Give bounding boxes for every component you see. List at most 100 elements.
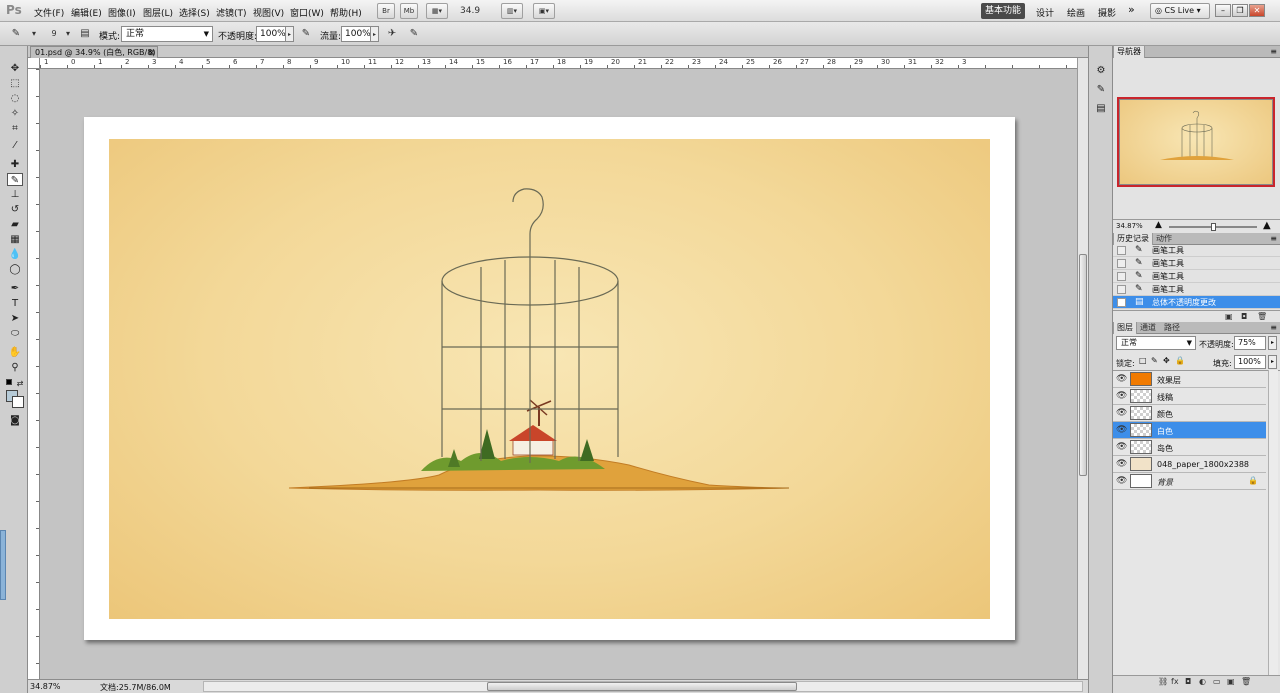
eyedropper-tool-icon[interactable]: ⁄ <box>7 139 23 152</box>
tool-presets-icon[interactable]: ⚙ <box>1094 64 1108 78</box>
bridge-button[interactable]: Br <box>377 3 395 19</box>
vertical-ruler[interactable] <box>28 69 40 679</box>
layer-row[interactable]: 👁 背景 🔒 <box>1113 473 1266 490</box>
document-canvas[interactable] <box>84 117 1015 640</box>
brush-panel-icon[interactable]: ▤ <box>77 26 93 42</box>
tab-paths[interactable]: 路径 <box>1161 322 1183 334</box>
screen-mode-button[interactable]: ▣▾ <box>533 3 555 19</box>
panel-menu-icon[interactable]: ≡ <box>1270 234 1277 243</box>
tool-preset-arrow[interactable]: ▾ <box>26 26 42 42</box>
trash-icon[interactable]: 🗑 <box>1241 677 1251 686</box>
document-tab[interactable]: 01.psd @ 34.9% (白色, RGB/8) ⊠ <box>30 46 158 58</box>
layer-style-icon[interactable]: fx <box>1171 677 1179 686</box>
workspace-more[interactable]: » <box>1128 3 1135 16</box>
brush-tool-icon[interactable]: ✎ <box>8 26 24 42</box>
status-doc-info[interactable]: 文档:25.7M/86.0M <box>100 682 171 693</box>
menu-edit[interactable]: 编辑(E) <box>71 6 102 19</box>
history-item[interactable]: ✎ 画笔工具 <box>1113 270 1280 283</box>
link-layers-icon[interactable]: ⛓ <box>1158 677 1168 686</box>
minimize-button[interactable]: – <box>1215 4 1231 17</box>
brush-picker-arrow[interactable]: ▾ <box>60 26 76 42</box>
close-document-icon[interactable]: ⊠ <box>148 47 155 58</box>
flow-slider-arrow[interactable]: ▸ <box>370 26 379 42</box>
layer-thumbnail[interactable] <box>1130 440 1152 454</box>
layer-opacity-arrow[interactable]: ▸ <box>1268 336 1277 350</box>
history-item[interactable]: ✎ 画笔工具 <box>1113 257 1280 270</box>
visibility-eye-icon[interactable]: 👁 <box>1116 476 1127 486</box>
lasso-tool-icon[interactable]: ◌ <box>7 92 23 105</box>
workspace-painting[interactable]: 绘画 <box>1067 6 1085 19</box>
clone-source-icon[interactable]: ▤ <box>1094 102 1108 116</box>
history-checkbox[interactable] <box>1117 298 1126 307</box>
vertical-scroll-thumb[interactable] <box>1079 254 1087 476</box>
lock-position-icon[interactable]: ✥ <box>1163 356 1170 365</box>
quick-mask-icon[interactable]: ◙ <box>7 414 23 427</box>
layer-thumbnail[interactable] <box>1130 457 1152 471</box>
history-checkbox[interactable] <box>1117 259 1126 268</box>
pen-tool-icon[interactable]: ✒ <box>7 282 23 295</box>
horizontal-scrollbar[interactable] <box>203 681 1083 692</box>
swap-colors-icon[interactable]: ⇄ <box>15 377 25 390</box>
brush-tool-icon[interactable]: ✎ <box>7 173 23 186</box>
tab-layers[interactable]: 图层 <box>1113 322 1137 334</box>
brush-presets-icon[interactable]: ✎ <box>1094 83 1108 97</box>
lock-image-icon[interactable]: ✎ <box>1151 356 1158 365</box>
menu-filter[interactable]: 滤镜(T) <box>216 6 247 19</box>
status-zoom[interactable]: 34.87% <box>30 682 61 691</box>
type-tool-icon[interactable]: T <box>7 297 23 310</box>
gradient-tool-icon[interactable]: ▦ <box>7 233 23 246</box>
mode-select[interactable]: 正常 ▼ <box>121 26 213 42</box>
menu-image[interactable]: 图像(I) <box>108 6 136 19</box>
layer-row[interactable]: 👁 048_paper_1800x2388 <box>1113 456 1266 473</box>
navigator-zoom-value[interactable]: 34.87% <box>1116 222 1143 230</box>
history-checkbox[interactable] <box>1117 285 1126 294</box>
history-item[interactable]: ✎ 画笔工具 <box>1113 244 1280 257</box>
visibility-eye-icon[interactable]: 👁 <box>1116 391 1127 401</box>
layer-opacity-input[interactable]: 75% <box>1234 336 1266 350</box>
pressure-size-icon[interactable]: ✎ <box>406 26 422 42</box>
layer-row[interactable]: 👁 效果层 <box>1113 371 1266 388</box>
fill-input[interactable]: 100% <box>1234 355 1266 369</box>
layer-thumbnail[interactable] <box>1130 474 1152 488</box>
workspace-photography[interactable]: 摄影 <box>1098 6 1116 19</box>
menu-window[interactable]: 窗口(W) <box>290 6 324 19</box>
hand-tool-icon[interactable]: ✋ <box>7 346 23 359</box>
lock-transparent-icon[interactable]: □ <box>1139 356 1147 365</box>
layer-thumbnail[interactable] <box>1130 389 1152 403</box>
dodge-tool-icon[interactable]: ◯ <box>7 263 23 276</box>
navigator-zoom-handle[interactable] <box>1211 223 1216 231</box>
ruler-origin[interactable] <box>28 58 40 69</box>
workspace-design[interactable]: 设计 <box>1036 6 1054 19</box>
layer-row[interactable]: 👁 线稿 <box>1113 388 1266 405</box>
layer-thumbnail[interactable] <box>1130 372 1152 386</box>
history-brush-tool-icon[interactable]: ↺ <box>7 203 23 216</box>
flow-input[interactable]: 100% <box>341 26 371 42</box>
background-color-swatch[interactable] <box>12 396 24 408</box>
menu-layer[interactable]: 图层(L) <box>143 6 173 19</box>
fill-arrow[interactable]: ▸ <box>1268 355 1277 369</box>
history-item-selected[interactable]: ▤ 总体不透明度更改 <box>1113 296 1280 309</box>
navigator-view-frame[interactable] <box>1117 97 1275 187</box>
crop-tool-icon[interactable]: ⌗ <box>7 122 23 135</box>
visibility-eye-icon[interactable]: 👁 <box>1116 408 1127 418</box>
close-button[interactable]: ✕ <box>1249 4 1265 17</box>
zoom-in-icon[interactable]: ▲ <box>1263 220 1271 231</box>
new-layer-icon[interactable]: ▣ <box>1227 677 1235 686</box>
panel-menu-icon[interactable]: ≡ <box>1270 47 1277 56</box>
quick-select-tool-icon[interactable]: ✧ <box>7 107 23 120</box>
layer-row[interactable]: 👁 颜色 <box>1113 405 1266 422</box>
horizontal-scroll-thumb[interactable] <box>487 682 797 691</box>
zoom-out-icon[interactable]: ▲ <box>1155 220 1162 230</box>
pressure-opacity-icon[interactable]: ✎ <box>298 26 314 42</box>
canvas-workspace[interactable] <box>40 69 1077 679</box>
panel-menu-icon[interactable]: ≡ <box>1270 323 1277 332</box>
view-extras-button[interactable]: ▦▾ <box>426 3 448 19</box>
menu-help[interactable]: 帮助(H) <box>330 6 362 19</box>
path-selection-tool-icon[interactable]: ➤ <box>7 312 23 325</box>
menu-view[interactable]: 视图(V) <box>253 6 284 19</box>
layer-mask-icon[interactable]: ◘ <box>1185 677 1191 686</box>
marquee-tool-icon[interactable]: ⬚ <box>7 77 23 90</box>
tab-navigator[interactable]: 导航器 <box>1113 46 1145 58</box>
layer-thumbnail[interactable] <box>1130 423 1152 437</box>
menu-select[interactable]: 选择(S) <box>179 6 210 19</box>
